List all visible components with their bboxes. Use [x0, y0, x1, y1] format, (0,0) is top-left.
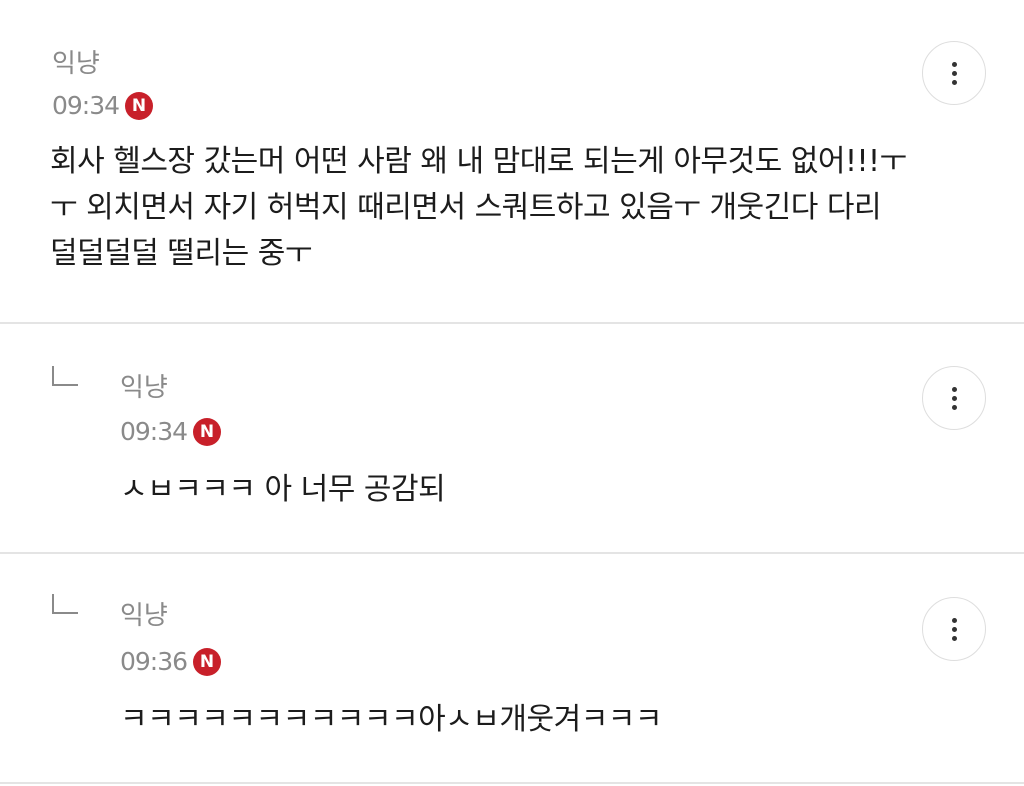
comment-list: 익냥 09:34 N 회사 헬스장 갔는머 어떤 사람 왜 내 맘대로 되는게 …: [0, 0, 1024, 786]
comment-body-line: ㅜ 외치면서 자기 허벅지 때리면서 스쿼트하고 있음ㅜ 개웃긴다 다리: [50, 190, 882, 225]
reply-arrow-icon: [52, 366, 78, 386]
new-badge-icon: N: [125, 92, 154, 120]
comment-author: 익냥: [120, 373, 168, 403]
comment-body: ㅅㅂㅋㅋㅋ 아 너무 공감되: [120, 467, 900, 513]
new-badge-icon: N: [193, 418, 222, 446]
comment-meta: 09:36 N: [120, 647, 222, 677]
comment-author: 익냥: [52, 49, 100, 79]
reply-item: 익냥 09:34 N ㅅㅂㅋㅋㅋ 아 너무 공감되: [0, 324, 1024, 552]
comment-body-line: ㅋㅋㅋㅋㅋㅋㅋㅋㅋㅋㅋ아ㅅㅂ개웃겨ㅋㅋㅋ: [120, 702, 663, 737]
comment-author: 익냥: [120, 601, 168, 631]
more-options-button[interactable]: [922, 366, 986, 430]
reply-item: 익냥 09:36 N ㅋㅋㅋㅋㅋㅋㅋㅋㅋㅋㅋ아ㅅㅂ개웃겨ㅋㅋㅋ: [0, 554, 1024, 782]
comment-body: 회사 헬스장 갔는머 어떤 사람 왜 내 맘대로 되는게 아무것도 없어!!!ㅜ…: [50, 139, 920, 277]
more-vertical-icon: [951, 385, 957, 412]
reply-arrow-icon: [52, 594, 78, 614]
comment-meta: 09:34 N: [120, 417, 222, 447]
comment-time: 09:34: [120, 417, 188, 446]
comment-divider: [0, 782, 1024, 784]
comment-meta: 09:34 N: [52, 91, 154, 121]
comment-time: 09:36: [120, 647, 188, 676]
comment-item: 익냥 09:34 N 회사 헬스장 갔는머 어떤 사람 왜 내 맘대로 되는게 …: [0, 0, 1024, 322]
comment-body-line: 회사 헬스장 갔는머 어떤 사람 왜 내 맘대로 되는게 아무것도 없어!!!ㅜ: [50, 144, 907, 179]
comment-body-line: 덜덜덜덜 떨리는 중ㅜ: [50, 236, 312, 271]
more-vertical-icon: [951, 60, 957, 87]
new-badge-icon: N: [193, 648, 222, 676]
comment-body-line: ㅅㅂㅋㅋㅋ 아 너무 공감되: [120, 472, 446, 507]
comment-body: ㅋㅋㅋㅋㅋㅋㅋㅋㅋㅋㅋ아ㅅㅂ개웃겨ㅋㅋㅋ: [120, 697, 900, 743]
more-vertical-icon: [951, 616, 957, 643]
comment-time: 09:34: [52, 91, 120, 120]
more-options-button[interactable]: [922, 597, 986, 661]
more-options-button[interactable]: [922, 41, 986, 105]
